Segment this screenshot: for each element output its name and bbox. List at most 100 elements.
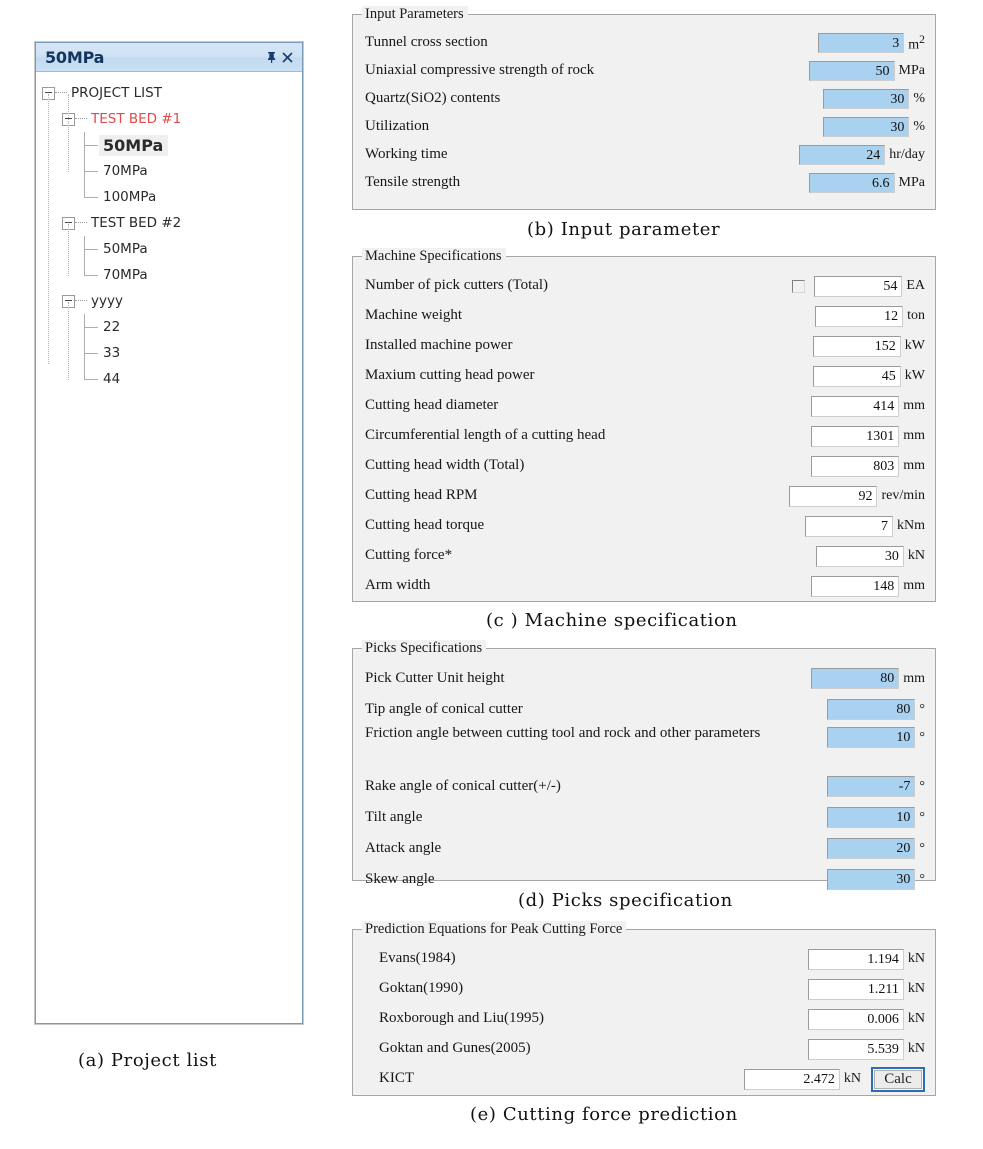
parameter-row: Tilt angle 10 ° xyxy=(365,802,925,833)
parameter-label: Machine weight xyxy=(365,307,463,324)
parameter-field-group: 414 mm xyxy=(811,395,925,417)
picks-specifications-title: Picks Specifications xyxy=(362,640,487,657)
parameter-label: Tilt angle xyxy=(365,808,423,825)
parameter-value-input[interactable]: 80 xyxy=(811,668,900,689)
tree-item-50mpa[interactable]: 50MPa xyxy=(36,236,302,262)
parameter-row: Maxium cutting head power 45 kW xyxy=(365,361,925,391)
parameter-value-input[interactable]: 5.539 xyxy=(807,1038,904,1060)
parameter-value-input[interactable]: 148 xyxy=(811,575,900,597)
parameter-value-input[interactable]: -7 xyxy=(827,776,916,797)
parameter-unit: EA xyxy=(906,278,925,293)
parameter-value-input[interactable]: 30 xyxy=(823,89,910,109)
parameter-unit: kW xyxy=(904,338,925,353)
pick-cutters-checkbox[interactable] xyxy=(792,279,806,293)
parameter-value-input[interactable]: 24 xyxy=(799,145,886,165)
close-icon[interactable] xyxy=(279,49,295,65)
parameter-row: Circumferential length of a cutting head… xyxy=(365,421,925,451)
machine-specifications-rows: Number of pick cutters (Total) 54 EA Machin… xyxy=(353,257,935,607)
parameter-field-group: 45 kW xyxy=(812,365,925,387)
tree-guide-line xyxy=(68,224,69,276)
parameter-value-input[interactable]: 2.472 xyxy=(743,1068,840,1090)
parameter-label: Evans(1984) xyxy=(379,950,456,967)
tree-item-100mpa[interactable]: 100MPa xyxy=(36,184,302,210)
parameter-row: Quartz(SiO2) contents 30% xyxy=(365,85,925,113)
parameter-unit: ° xyxy=(919,871,925,887)
tree-item-label: TEST BED #2 xyxy=(91,215,182,231)
parameter-value-input[interactable]: 7 xyxy=(805,515,893,537)
parameter-value-input[interactable]: 803 xyxy=(811,455,900,477)
parameter-value-input[interactable]: 80 xyxy=(827,699,916,720)
parameter-value-input[interactable]: 20 xyxy=(827,838,916,859)
parameter-field-group: 50 MPa xyxy=(808,61,925,81)
parameter-unit: ° xyxy=(919,729,925,745)
tree-item-project-list[interactable]: PROJECT LIST xyxy=(36,80,302,106)
parameter-label: Goktan and Gunes(2005) xyxy=(379,1040,531,1057)
parameter-row: KICT 2.472 kN Calc xyxy=(379,1064,925,1094)
tree-item-label: 50MPa xyxy=(103,241,148,257)
tree-item-70mpa[interactable]: 70MPa xyxy=(36,262,302,288)
tree-item-yyyy[interactable]: yyyy xyxy=(36,288,302,314)
parameter-unit: ton xyxy=(907,308,925,323)
parameter-label: Installed machine power xyxy=(365,337,513,354)
parameter-value-input[interactable]: 54 xyxy=(814,275,903,297)
parameter-field-group: 24 hr/day xyxy=(799,145,925,165)
tree-item-label: PROJECT LIST xyxy=(71,85,162,101)
tree-item-label: 44 xyxy=(103,371,121,387)
parameter-label: Uniaxial compressive strength of rock xyxy=(365,62,595,79)
calc-button[interactable]: Calc xyxy=(871,1066,925,1092)
tree-guide-line xyxy=(68,94,69,172)
parameter-unit: kN xyxy=(907,1041,925,1056)
parameter-value-input[interactable]: 1.194 xyxy=(807,948,904,970)
parameter-row: Utilization 30% xyxy=(365,113,925,141)
parameter-field-group: 20 ° xyxy=(827,838,925,859)
parameter-row: Cutting head width (Total) 803 mm xyxy=(365,451,925,481)
tree-item-44[interactable]: 44 xyxy=(36,366,302,392)
parameter-value-input[interactable]: 152 xyxy=(812,335,901,357)
parameter-value-input[interactable]: 30 xyxy=(815,545,904,567)
parameter-value-input[interactable]: 12 xyxy=(815,305,904,327)
project-list-panel: 50MPa PROJECT LIST TEST BED #1 50MPa 70MPa 1… xyxy=(35,42,303,1024)
parameter-label: KICT xyxy=(379,1070,414,1087)
tree-connector xyxy=(82,132,99,158)
parameter-unit: mm xyxy=(903,398,925,413)
tree-item-test-bed-2[interactable]: TEST BED #2 xyxy=(36,210,302,236)
parameter-value-input[interactable]: 45 xyxy=(812,365,901,387)
project-tree[interactable]: PROJECT LIST TEST BED #1 50MPa 70MPa 100MPa T… xyxy=(36,72,302,392)
parameter-label: Cutting head RPM xyxy=(365,487,478,504)
tree-connector xyxy=(82,184,99,210)
tree-connector xyxy=(75,300,87,302)
parameter-unit: MPa xyxy=(898,175,925,190)
parameter-value-input[interactable]: 10 xyxy=(827,807,916,828)
parameter-field-group: 5.539 kN xyxy=(807,1038,925,1060)
parameter-value-input[interactable]: 10 xyxy=(827,727,916,748)
parameter-value-input[interactable]: 92 xyxy=(789,485,878,507)
parameter-value-input[interactable]: 1.211 xyxy=(807,978,904,1000)
parameter-value-input[interactable]: 6.6 xyxy=(808,173,895,193)
pin-icon[interactable] xyxy=(263,49,279,65)
parameter-unit: mm xyxy=(903,670,925,686)
parameter-value-input[interactable]: 1301 xyxy=(811,425,900,447)
parameter-value-input[interactable]: 0.006 xyxy=(807,1008,904,1030)
parameter-label: Cutting head diameter xyxy=(365,397,499,414)
tree-item-50mpa[interactable]: 50MPa xyxy=(36,132,302,158)
parameter-unit: kW xyxy=(904,368,925,383)
parameter-value-input[interactable]: 3 xyxy=(818,33,905,53)
parameter-field-group: 30 kN xyxy=(815,545,925,567)
parameter-unit: ° xyxy=(919,840,925,856)
parameter-unit: kN xyxy=(907,951,925,966)
parameter-label: Circumferential length of a cutting head xyxy=(365,427,606,444)
parameter-value-input[interactable]: 30 xyxy=(823,117,910,137)
tree-item-label: 33 xyxy=(103,345,121,361)
parameter-value-input[interactable]: 414 xyxy=(811,395,900,417)
prediction-equations-title: Prediction Equations for Peak Cutting Fo… xyxy=(362,921,627,938)
parameter-value-input[interactable]: 30 xyxy=(827,869,916,890)
parameter-row: Rake angle of conical cutter(+/-) -7 ° xyxy=(365,771,925,802)
parameter-unit: % xyxy=(913,91,925,106)
tree-item-test-bed-1[interactable]: TEST BED #1 xyxy=(36,106,302,132)
parameter-field-group: 30% xyxy=(823,89,925,109)
tree-connector xyxy=(82,314,99,340)
tree-item-70mpa[interactable]: 70MPa xyxy=(36,158,302,184)
tree-item-22[interactable]: 22 xyxy=(36,314,302,340)
parameter-value-input[interactable]: 50 xyxy=(808,61,895,81)
tree-item-33[interactable]: 33 xyxy=(36,340,302,366)
